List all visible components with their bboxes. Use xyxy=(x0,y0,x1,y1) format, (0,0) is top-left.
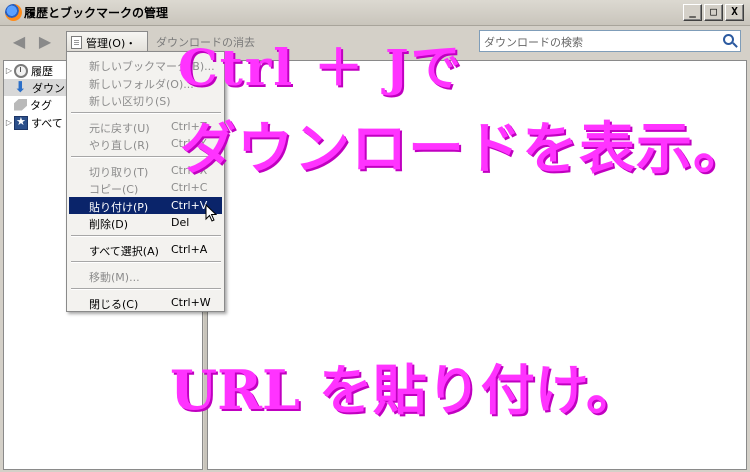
tree-item-label: 履歴 xyxy=(31,64,53,78)
mouse-cursor-icon xyxy=(205,204,217,222)
maximize-button[interactable]: □ xyxy=(704,4,723,21)
menu-item-label: 元に戻す(U) xyxy=(89,121,150,135)
organize-icon xyxy=(71,36,82,49)
annotation-show-downloads: ダウンロードを表示。 xyxy=(180,116,750,182)
menu-item[interactable]: 貼り付け(P) Ctrl+V xyxy=(69,196,222,214)
expand-icon[interactable]: ▷ xyxy=(4,118,14,127)
menu-item-label: 新しい区切り(S) xyxy=(89,95,171,108)
search-icon[interactable] xyxy=(723,34,734,45)
tag-icon xyxy=(14,98,27,111)
menu-item-label: コピー(C) xyxy=(89,183,139,196)
minimize-button[interactable]: _ xyxy=(683,4,702,21)
menu-item-shortcut: Ctrl+W xyxy=(171,295,211,309)
search-placeholder: ダウンロードの検索 xyxy=(484,36,583,49)
menu-item[interactable]: 削除(D) Del xyxy=(69,214,222,231)
menu-item-label: 貼り付け(P) xyxy=(89,200,149,214)
window-title: 履歴とブックマークの管理 xyxy=(24,6,169,20)
bookmarks-star-icon xyxy=(14,115,28,130)
forward-button[interactable]: ▶ xyxy=(34,32,56,52)
manage-label: 管理(O)・ xyxy=(86,36,137,50)
window-controls: _ □ X xyxy=(683,4,744,21)
clock-icon xyxy=(14,63,28,78)
menu-item-shortcut: Del xyxy=(171,216,190,229)
menu-item-label: やり直し(R) xyxy=(89,139,150,152)
search-input[interactable]: ダウンロードの検索 xyxy=(479,30,741,52)
annotation-paste-url: URL を貼り付け。 xyxy=(170,358,641,422)
tree-item-label: ダウン xyxy=(32,81,65,95)
tree-item-label: すべて xyxy=(31,116,63,130)
menu-item[interactable]: 閉じる(C) Ctrl+W xyxy=(69,294,222,311)
download-icon xyxy=(14,78,29,96)
menu-item-label: すべて選択(A) xyxy=(89,244,159,258)
menu-item-label: 削除(D) xyxy=(89,218,129,231)
expand-icon[interactable]: ▷ xyxy=(4,66,14,75)
menu-item-shortcut: Ctrl+A xyxy=(171,242,208,256)
menu-separator xyxy=(71,287,221,290)
menu-item[interactable]: 移動(M)... xyxy=(69,267,222,284)
tree-item-label: タグ xyxy=(30,98,52,112)
menu-item-label: 切り取り(T) xyxy=(89,165,149,179)
annotation-shortcut: Ctrl ＋ Jで xyxy=(178,38,463,97)
title-bar: 履歴とブックマークの管理 _ □ X xyxy=(0,0,750,26)
menu-separator xyxy=(71,234,221,237)
back-button[interactable]: ◀ xyxy=(8,32,30,52)
firefox-icon xyxy=(5,4,22,21)
menu-separator xyxy=(71,261,221,263)
menu-item-label: 移動(M)... xyxy=(89,271,140,284)
close-button[interactable]: X xyxy=(725,4,744,21)
menu-item-shortcut: Ctrl+V xyxy=(171,198,208,212)
menu-item-label: 閉じる(C) xyxy=(89,297,139,311)
menu-item[interactable]: すべて選択(A) Ctrl+A xyxy=(69,241,222,258)
